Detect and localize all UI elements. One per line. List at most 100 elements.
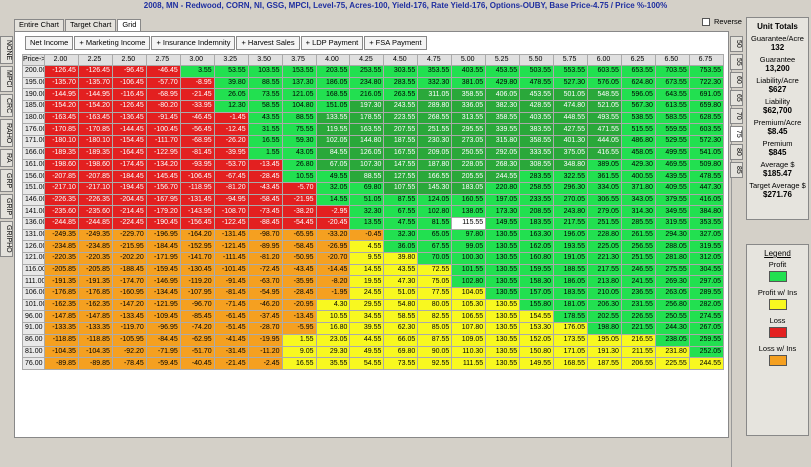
grid-cell[interactable]: 304.55 — [688, 263, 725, 277]
grid-cell[interactable]: 206.30 — [587, 298, 622, 312]
grid-cell[interactable]: -59.45 — [145, 357, 181, 370]
level-tab-50[interactable]: 50 — [730, 36, 743, 52]
grid-cell[interactable]: -130.45 — [179, 263, 215, 277]
grid-cell[interactable]: 100.30 — [451, 252, 487, 265]
grid-cell[interactable]: 409.55 — [654, 181, 690, 195]
grid-cell[interactable]: 176.05 — [553, 322, 588, 335]
grid-cell[interactable]: -152.95 — [179, 240, 215, 253]
grid-cell[interactable]: -162.35 — [77, 298, 113, 312]
grid-cell[interactable]: 119.55 — [315, 123, 351, 137]
grid-cell[interactable]: -51.70 — [179, 345, 215, 359]
grid-cell[interactable]: -146.95 — [145, 275, 181, 289]
grid-cell[interactable]: 583.55 — [654, 111, 690, 125]
grid-cell[interactable]: 29.30 — [315, 345, 351, 359]
grid-cell[interactable]: 144.80 — [349, 135, 385, 148]
grid-cell[interactable]: 153.30 — [519, 322, 555, 335]
grid-cell[interactable]: 458.05 — [620, 146, 656, 160]
grid-cell[interactable]: 253.55 — [349, 65, 385, 78]
grid-cell[interactable]: 270.05 — [553, 193, 588, 207]
grid-cell[interactable]: -21.95 — [281, 193, 317, 207]
grid-cell[interactable]: 53.55 — [213, 65, 249, 78]
grid-cell[interactable]: 188.55 — [553, 263, 588, 277]
grid-cell[interactable]: 327.05 — [688, 228, 725, 242]
grid-cell[interactable]: -163.45 — [44, 111, 79, 125]
grid-cell[interactable]: -1.45 — [213, 111, 249, 125]
grid-cell[interactable]: 231.80 — [654, 345, 690, 359]
grid-cell[interactable]: -214.45 — [111, 205, 147, 218]
grid-cell[interactable]: 121.05 — [281, 88, 317, 102]
grid-cell[interactable]: 39.80 — [213, 76, 249, 90]
grid-cell[interactable]: 198.80 — [587, 322, 622, 335]
grid-cell[interactable]: -96.45 — [111, 65, 147, 78]
grid-cell[interactable]: 659.80 — [688, 100, 725, 113]
grid-cell[interactable]: 31.55 — [247, 123, 283, 137]
grid-cell[interactable]: -108.70 — [213, 205, 249, 218]
grid-cell[interactable]: -184.45 — [111, 170, 147, 183]
grid-cell[interactable]: 205.55 — [451, 170, 487, 183]
grid-cell[interactable]: 16.55 — [281, 357, 317, 370]
grid-cell[interactable]: 332.30 — [417, 76, 453, 90]
grid-cell[interactable]: -164.45 — [111, 146, 147, 160]
grid-cell[interactable]: 149.55 — [519, 357, 555, 370]
grid-cell[interactable]: -11.20 — [247, 345, 283, 359]
grid-cell[interactable]: 92.55 — [417, 357, 453, 370]
grid-cell[interactable]: 348.80 — [553, 158, 588, 172]
grid-cell[interactable]: -104.35 — [44, 345, 79, 359]
grid-cell[interactable]: -104.35 — [77, 345, 113, 359]
grid-cell[interactable]: 371.80 — [620, 181, 656, 195]
grid-cell[interactable]: 553.55 — [553, 65, 588, 78]
grid-cell[interactable]: 501.05 — [553, 88, 588, 102]
grid-cell[interactable]: 187.55 — [587, 357, 622, 370]
grid-cell[interactable]: 197.30 — [349, 100, 385, 113]
grid-cell[interactable]: 24.55 — [349, 287, 385, 300]
grid-cell[interactable]: 54.80 — [383, 298, 419, 312]
grid-cell[interactable]: -163.45 — [77, 111, 113, 125]
grid-cell[interactable]: 36.05 — [383, 240, 419, 253]
grid-cell[interactable]: -162.35 — [44, 298, 79, 312]
grid-cell[interactable]: 160.80 — [519, 252, 555, 265]
grid-cell[interactable]: 67.55 — [383, 205, 419, 218]
grid-cell[interactable]: -145.45 — [145, 170, 181, 183]
grid-cell[interactable]: 97.80 — [451, 228, 487, 242]
grid-cell[interactable]: 474.80 — [553, 100, 588, 113]
grid-cell[interactable]: -81.20 — [247, 252, 283, 265]
grid-cell[interactable]: -171.95 — [145, 252, 181, 265]
grid-cell[interactable]: -154.20 — [77, 100, 113, 113]
grid-cell[interactable]: 486.80 — [620, 135, 656, 148]
grid-cell[interactable]: -220.35 — [44, 252, 79, 265]
grid-cell[interactable]: 493.55 — [587, 111, 622, 125]
grid-cell[interactable]: -207.85 — [77, 170, 113, 183]
grid-cell[interactable]: -13.45 — [281, 310, 317, 324]
grid-cell[interactable]: -119.70 — [111, 322, 147, 335]
grid-cell[interactable]: 439.55 — [654, 170, 690, 183]
grid-cell[interactable]: 292.05 — [485, 146, 521, 160]
grid-cell[interactable]: -13.45 — [247, 158, 283, 172]
grid-cell[interactable]: -62.95 — [179, 333, 215, 347]
grid-cell[interactable]: -180.10 — [44, 135, 79, 148]
grid-cell[interactable]: 314.30 — [620, 205, 656, 218]
grid-cell[interactable]: -91.45 — [145, 111, 181, 125]
grid-cell[interactable]: 19.55 — [349, 275, 385, 289]
grid-cell[interactable]: 195.05 — [587, 333, 622, 347]
grid-cell[interactable]: 509.80 — [688, 158, 725, 172]
grid-cell[interactable]: -224.45 — [111, 216, 147, 230]
grid-cell[interactable]: 104.80 — [281, 100, 317, 113]
grid-cell[interactable]: 471.55 — [587, 123, 622, 137]
grid-cell[interactable]: 429.30 — [620, 158, 656, 172]
grid-cell[interactable]: 228.05 — [451, 158, 487, 172]
grid-cell[interactable]: 203.55 — [315, 65, 351, 78]
grid-cell[interactable]: -33.95 — [179, 100, 215, 113]
grid-cell[interactable]: 130.55 — [485, 333, 521, 347]
grid-cell[interactable]: 315.80 — [485, 135, 521, 148]
grid-cell[interactable]: -202.20 — [111, 252, 147, 265]
grid-cell[interactable]: 297.05 — [688, 275, 725, 289]
grid-cell[interactable]: 80.05 — [417, 298, 453, 312]
grid-cell[interactable]: 67.05 — [315, 158, 351, 172]
grid-cell[interactable]: -198.60 — [44, 158, 79, 172]
grid-cell[interactable]: 572.30 — [688, 135, 725, 148]
grid-cell[interactable]: -176.85 — [44, 287, 79, 300]
grid-cell[interactable]: -107.95 — [179, 287, 215, 300]
grid-cell[interactable]: 104.05 — [451, 287, 487, 300]
grid-cell[interactable]: 149.55 — [485, 216, 521, 230]
grid-cell[interactable]: 244.55 — [688, 357, 725, 370]
